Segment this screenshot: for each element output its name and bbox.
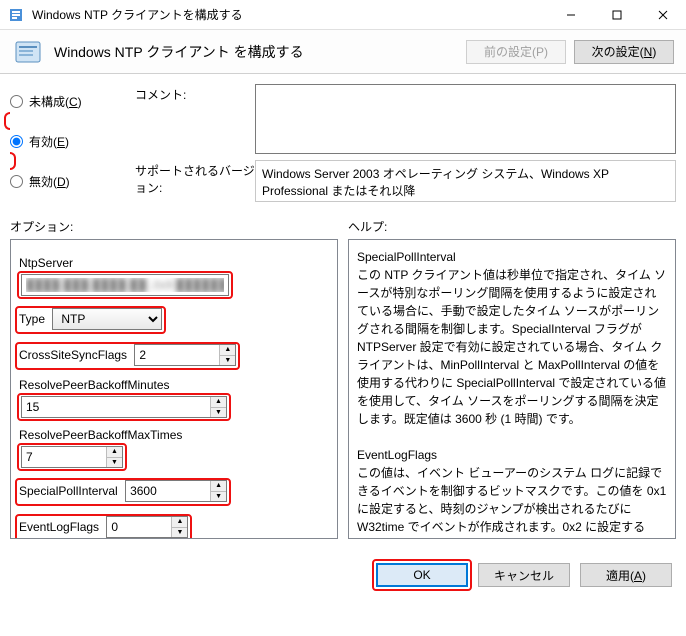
rpbmt-input[interactable]: [22, 447, 106, 467]
type-select[interactable]: NTP: [52, 308, 162, 330]
spin-up[interactable]: ▲: [172, 517, 187, 528]
help-h2: EventLogFlags: [357, 446, 667, 464]
prev-setting-button: 前の設定(P): [466, 40, 566, 64]
crosssite-label: CrossSiteSyncFlags: [19, 348, 127, 362]
type-label: Type: [19, 312, 45, 326]
spi-input[interactable]: [126, 481, 210, 501]
app-icon: [8, 7, 24, 23]
maximize-button[interactable]: [594, 0, 640, 30]
spin-down[interactable]: ▼: [107, 458, 122, 468]
supported-text: Windows Server 2003 オペレーティング システム、Window…: [255, 160, 676, 202]
policy-icon: [12, 36, 44, 68]
next-setting-button[interactable]: 次の設定(N): [574, 40, 674, 64]
rpbm-input[interactable]: [22, 397, 210, 417]
crosssite-input[interactable]: [135, 345, 219, 365]
ntpserver-input[interactable]: [21, 274, 229, 296]
supported-label: サポートされるバージョン:: [135, 160, 255, 196]
comment-textarea[interactable]: [255, 84, 676, 154]
minimize-button[interactable]: [548, 0, 594, 30]
window-title: Windows NTP クライアントを構成する: [32, 6, 548, 23]
elf-input[interactable]: [107, 517, 171, 537]
radio-disabled[interactable]: 無効(D): [10, 168, 125, 194]
close-button[interactable]: [640, 0, 686, 30]
comment-label: コメント:: [135, 84, 255, 103]
help-h1: SpecialPollInterval: [357, 248, 667, 266]
spi-label: SpecialPollInterval: [19, 484, 118, 498]
spin-up[interactable]: ▲: [107, 447, 122, 458]
cancel-button[interactable]: キャンセル: [478, 563, 570, 587]
help-p2: この値は、イベント ビューアーのシステム ログに記録できるイベントを制御するビッ…: [357, 464, 667, 539]
options-panel: NtpServer Type NTP CrossSiteSyncFlags ▲▼: [10, 239, 338, 539]
radio-enabled[interactable]: 有効(E): [10, 128, 125, 154]
radio-not-configured[interactable]: 未構成(C): [10, 88, 125, 114]
spin-down[interactable]: ▼: [172, 528, 187, 538]
spin-up[interactable]: ▲: [211, 481, 226, 492]
elf-label: EventLogFlags: [19, 520, 99, 534]
footer-buttons: OK キャンセル 適用(A): [376, 563, 672, 587]
ntpserver-label: NtpServer: [19, 254, 329, 272]
spin-up[interactable]: ▲: [220, 345, 235, 356]
spin-up[interactable]: ▲: [211, 397, 226, 408]
spin-down[interactable]: ▼: [211, 492, 226, 502]
help-p1: この NTP クライアント値は秒単位で指定され、タイム ソースが特別なポーリング…: [357, 266, 667, 428]
header: Windows NTP クライアント を構成する 前の設定(P) 次の設定(N): [0, 30, 686, 74]
spin-down[interactable]: ▼: [220, 356, 235, 366]
state-group: 未構成(C) 有効(E) 無効(D): [10, 84, 125, 208]
rpbmt-label: ResolvePeerBackoffMaxTimes: [19, 426, 329, 444]
help-panel[interactable]: SpecialPollInterval この NTP クライアント値は秒単位で指…: [348, 239, 676, 539]
options-title: オプション:: [10, 218, 338, 235]
content: 未構成(C) 有効(E) 無効(D) コメント: サポートされるバージョン: W…: [0, 74, 686, 599]
header-title: Windows NTP クライアント を構成する: [54, 42, 458, 62]
spin-down[interactable]: ▼: [211, 408, 226, 418]
titlebar: Windows NTP クライアントを構成する: [0, 0, 686, 30]
help-title: ヘルプ:: [348, 218, 676, 235]
apply-button[interactable]: 適用(A): [580, 563, 672, 587]
rpbm-label: ResolvePeerBackoffMinutes: [19, 376, 329, 394]
ok-button[interactable]: OK: [376, 563, 468, 587]
